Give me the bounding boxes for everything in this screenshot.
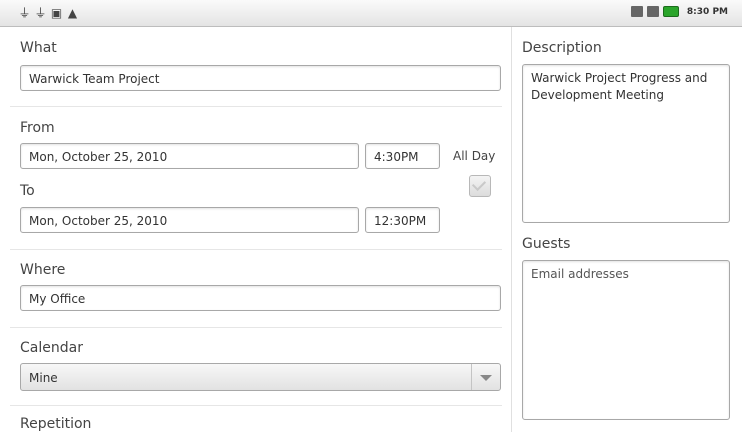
to-label: To	[20, 183, 35, 199]
guests-textarea[interactable]: Email addresses	[522, 260, 730, 420]
chevron-down-icon	[471, 364, 500, 390]
notification-icons: ⏚ ⏚ ▣ ▲	[18, 6, 79, 20]
all-day-label: All Day	[453, 149, 496, 163]
divider	[10, 405, 502, 406]
event-form: What Warwick Team Project From Mon, Octo…	[0, 27, 511, 432]
calendar-label: Calendar	[20, 340, 83, 356]
divider	[10, 249, 502, 250]
usb-icon: ⏚	[18, 6, 31, 20]
from-date-field[interactable]: Mon, October 25, 2010	[20, 143, 359, 169]
sd-card-icon: ▣	[50, 6, 63, 20]
battery-icon	[662, 6, 679, 17]
calendar-selected-value: Mine	[29, 371, 58, 385]
status-time: 8:30 PM	[686, 6, 728, 17]
what-label: What	[20, 40, 57, 56]
signal-icon	[646, 6, 659, 17]
what-input[interactable]: Warwick Team Project	[20, 65, 501, 91]
from-label: From	[20, 120, 55, 136]
guests-label: Guests	[522, 236, 571, 252]
where-label: Where	[20, 262, 66, 278]
from-time-field[interactable]: 4:30PM	[365, 143, 440, 169]
side-panel: Description Warwick Project Progress and…	[511, 27, 742, 432]
sync-icon	[630, 6, 643, 17]
where-input[interactable]: My Office	[20, 285, 501, 311]
description-textarea[interactable]: Warwick Project Progress and Development…	[522, 64, 730, 223]
repetition-label: Repetition	[20, 416, 92, 432]
calendar-select[interactable]: Mine	[20, 363, 501, 391]
to-time-field[interactable]: 12:30PM	[365, 207, 440, 233]
warning-icon: ▲	[67, 6, 78, 20]
usb-icon: ⏚	[34, 6, 47, 20]
system-tray: 8:30 PM	[630, 6, 728, 17]
status-bar: ⏚ ⏚ ▣ ▲ 8:30 PM	[0, 0, 742, 27]
all-day-checkbox[interactable]	[469, 175, 491, 197]
description-label: Description	[522, 40, 602, 56]
to-date-field[interactable]: Mon, October 25, 2010	[20, 207, 359, 233]
divider	[10, 106, 502, 107]
divider	[10, 327, 502, 328]
